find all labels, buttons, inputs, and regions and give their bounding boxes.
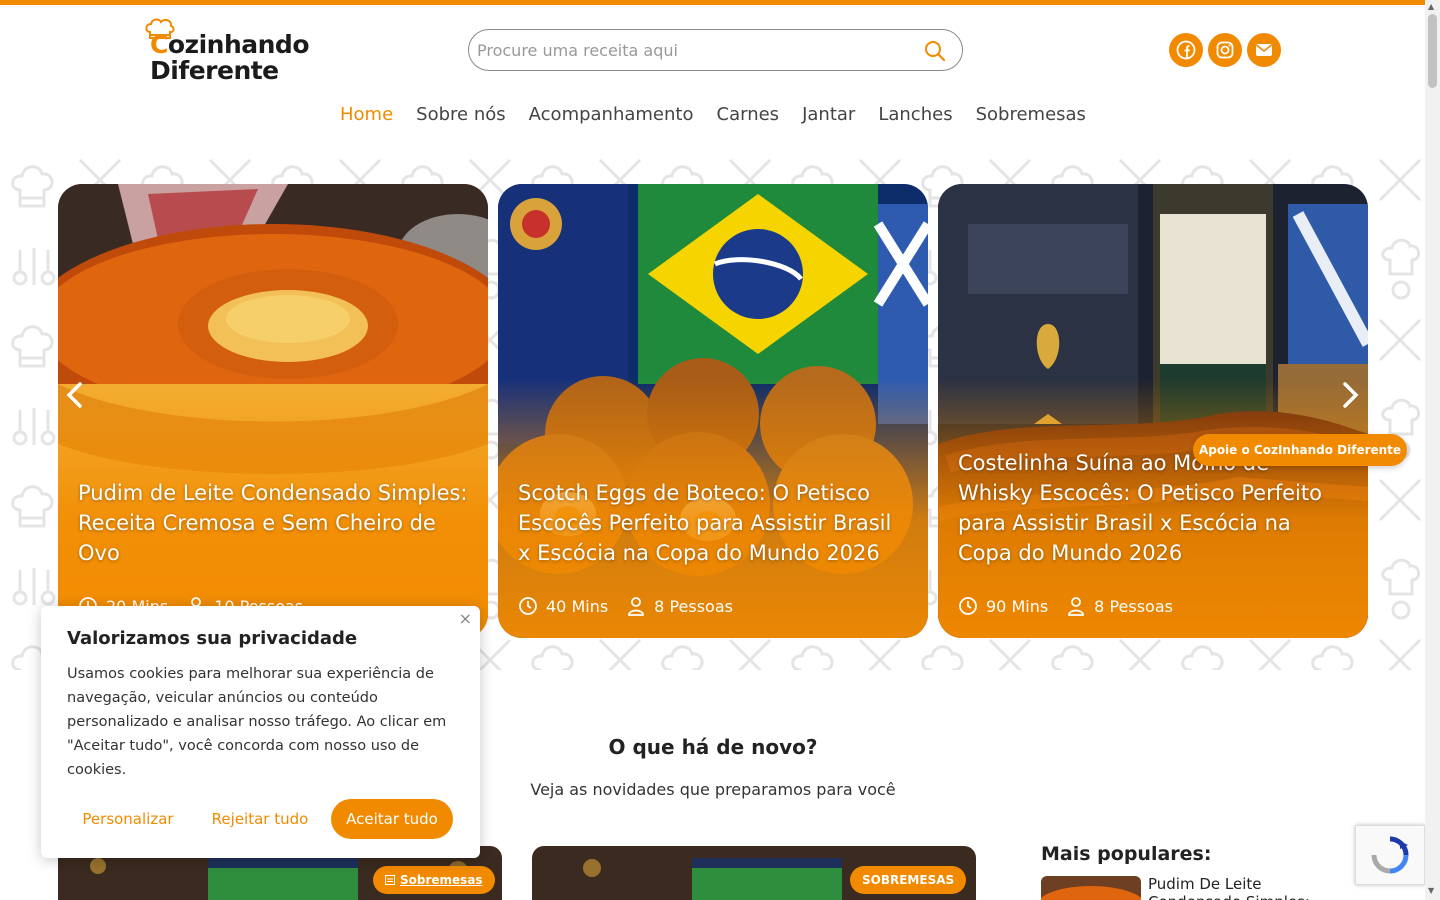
recipe-card-title[interactable]: Pudim de Leite Condensado Simples: Recei… <box>78 478 468 568</box>
nav-acompanhamento[interactable]: Acompanhamento <box>529 104 694 130</box>
person-icon <box>1068 597 1085 616</box>
clock-icon <box>959 597 977 615</box>
cookie-title: Valorizamos sua privacidade <box>67 628 358 649</box>
recipe-card-meta: 40 Mins 8 Pessoas <box>518 596 733 616</box>
logo-text-line2: Diferente <box>150 56 279 85</box>
page-scrollbar[interactable]: ▲ ▼ <box>1425 0 1440 900</box>
clock-icon <box>519 597 537 615</box>
chevron-left-icon[interactable] <box>60 380 90 410</box>
section-title: O que há de novo? <box>608 735 818 759</box>
prep-time: 90 Mins <box>958 596 1048 616</box>
main-nav: Home Sobre nós Acompanhamento Carnes Jan… <box>340 104 1086 130</box>
customize-button[interactable]: Personalizar <box>67 799 189 839</box>
recipe-card[interactable]: Pudim de Leite Condensado Simples: Recei… <box>58 184 488 638</box>
search-input[interactable] <box>477 38 907 62</box>
envelope-icon <box>1256 44 1272 56</box>
recaptcha-badge[interactable] <box>1355 825 1425 885</box>
popular-item-title[interactable]: Pudim De Leite Condensado Simples: <box>1148 875 1333 900</box>
pudim-thumbnail <box>1041 876 1141 900</box>
close-icon[interactable]: × <box>459 609 472 628</box>
recipe-card-meta: 90 Mins 8 Pessoas <box>958 596 1173 616</box>
nav-home[interactable]: Home <box>340 104 393 130</box>
reject-all-button[interactable]: Rejeitar tudo <box>199 799 321 839</box>
facebook-button[interactable] <box>1169 33 1203 67</box>
email-button[interactable] <box>1247 33 1281 67</box>
recaptcha-icon <box>1371 836 1409 874</box>
recipe-card-title[interactable]: Scotch Eggs de Boteco: O Petisco Escocês… <box>518 478 908 568</box>
nav-jantar[interactable]: Jantar <box>802 104 855 130</box>
category-icon <box>385 875 395 885</box>
scrollbar-thumb[interactable] <box>1428 14 1437 88</box>
servings: 8 Pessoas <box>1066 596 1173 616</box>
nav-sobre-nos[interactable]: Sobre nós <box>416 104 505 130</box>
instagram-icon <box>1216 41 1234 59</box>
chevron-right-icon[interactable] <box>1335 380 1365 410</box>
nav-carnes[interactable]: Carnes <box>717 104 780 130</box>
category-badge[interactable]: SOBREMESAS <box>850 866 967 894</box>
scroll-up-icon[interactable]: ▲ <box>1428 2 1434 11</box>
cookie-text: Usamos cookies para melhorar sua experiê… <box>67 666 447 778</box>
facebook-icon <box>1176 40 1196 60</box>
site-logo[interactable]: Cozinhando Diferente <box>142 18 312 85</box>
search-bar <box>468 29 963 71</box>
nav-sobremesas[interactable]: Sobremesas <box>976 104 1086 130</box>
top-accent-bar <box>0 0 1425 5</box>
prep-time: 40 Mins <box>518 596 608 616</box>
scroll-down-icon[interactable]: ▼ <box>1428 886 1434 895</box>
accept-all-button[interactable]: Aceitar tudo <box>331 799 453 839</box>
servings: 8 Pessoas <box>626 596 733 616</box>
person-icon <box>628 597 645 616</box>
recipe-card[interactable]: Scotch Eggs de Boteco: O Petisco Escocês… <box>498 184 928 638</box>
support-button[interactable]: Apoie o CozInhando Diferente <box>1193 434 1407 466</box>
category-badge[interactable]: Sobremesas <box>373 866 495 894</box>
search-icon[interactable] <box>924 40 946 62</box>
section-subtitle: Veja as novidades que preparamos para vo… <box>530 780 896 799</box>
recipe-card-title[interactable]: Costelinha Suína ao Molho de Whisky Esco… <box>958 448 1348 568</box>
popular-title: Mais populares: <box>1041 843 1212 865</box>
nav-lanches[interactable]: Lanches <box>878 104 952 130</box>
instagram-button[interactable] <box>1208 33 1242 67</box>
recipe-card[interactable]: Costelinha Suína ao Molho de Whisky Esco… <box>938 184 1368 638</box>
hero-carousel: Pudim de Leite Condensado Simples: Recei… <box>0 150 1425 670</box>
cookie-consent-banner: × Valorizamos sua privacidade Usamos coo… <box>41 606 480 858</box>
logo-text-line1: Cozinhando <box>150 30 310 59</box>
popular-thumbnail[interactable] <box>1041 876 1141 900</box>
